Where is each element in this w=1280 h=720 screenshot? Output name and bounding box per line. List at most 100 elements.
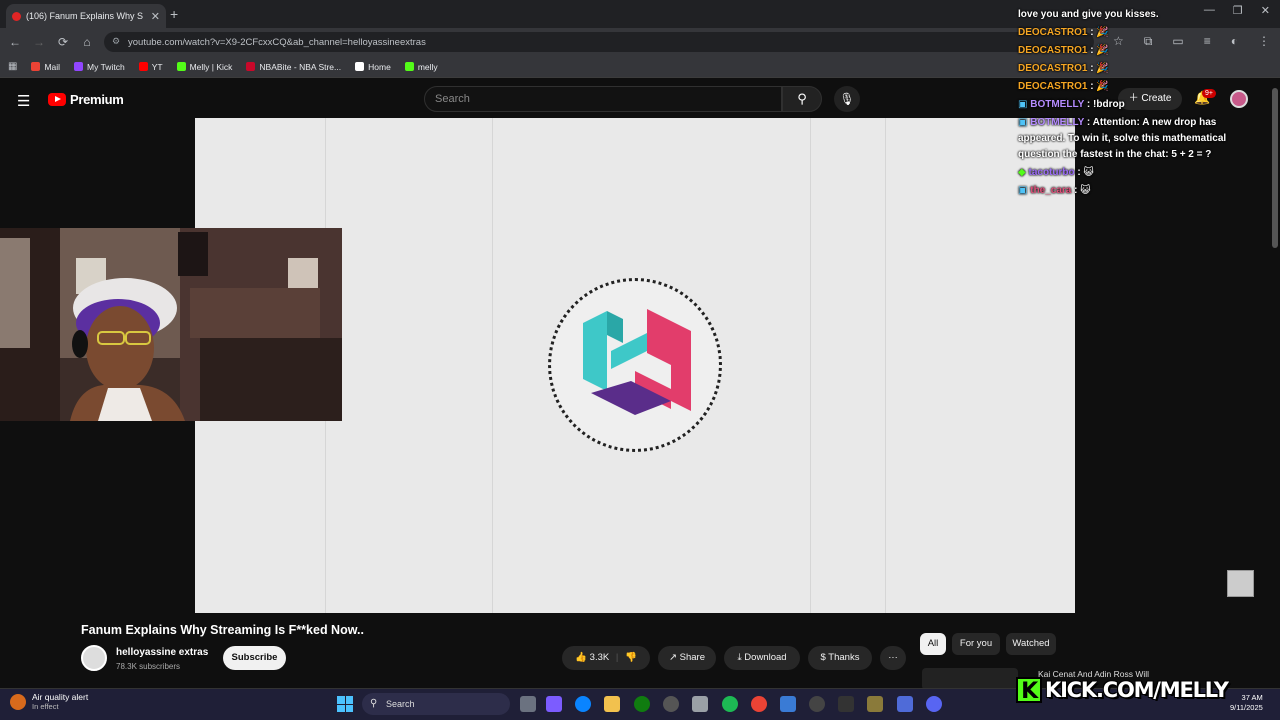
chat-line: ▣ BOTMELLY : Attention: A new drop has (1018, 117, 1217, 128)
chat-line: DEOCASTRO1 : 🎉 (1018, 81, 1109, 92)
reload-icon[interactable]: ⟳ (51, 35, 75, 49)
search-icon: ⚲ (797, 91, 807, 106)
new-tab-button[interactable]: + (170, 6, 178, 22)
chat-line: DEOCASTRO1 : 🎉 (1018, 45, 1109, 56)
chip-watched[interactable]: Watched (1006, 633, 1056, 655)
home-icon[interactable]: ⌂ (75, 35, 99, 49)
windows-start-icon[interactable] (337, 696, 353, 712)
mail-icon (31, 62, 41, 71)
kick-icon (404, 62, 414, 71)
account-avatar[interactable] (1230, 90, 1248, 108)
site-info-icon[interactable]: ⚙ (112, 36, 120, 47)
copilot-icon[interactable] (546, 696, 562, 712)
chat-line: question the fastest in the chat: 5 + 2 … (1018, 149, 1212, 160)
channel-watermark[interactable] (1227, 570, 1254, 597)
store-icon[interactable] (692, 696, 708, 712)
download-button[interactable]: ⤓ Download (724, 646, 800, 670)
discord-icon[interactable] (926, 696, 942, 712)
kick-url-text: KICK.COM/MELLY (1045, 678, 1229, 702)
air-quality-widget[interactable]: Air quality alert In effect (10, 692, 88, 711)
menu-kebab-icon[interactable]: ⋮ (1258, 34, 1270, 49)
voice-search-button[interactable]: 🎙 (834, 86, 860, 112)
address-bar[interactable]: ⚙ youtube.com/watch?v=X9-2CFcxxCQ&ab_cha… (104, 32, 1094, 52)
edge-icon[interactable] (575, 696, 591, 712)
search-button[interactable]: ⚲ (782, 86, 822, 112)
youtube-favicon-icon (12, 11, 21, 21)
chat-line: appeared. To win it, solve this mathemat… (1018, 133, 1227, 144)
browser-tab[interactable]: (106) Fanum Explains Why S ✕ (6, 4, 166, 28)
bookmark-my-twitch[interactable]: My Twitch (74, 62, 125, 72)
xbox-icon[interactable] (634, 696, 650, 712)
close-window-icon[interactable]: ✕ (1261, 4, 1270, 17)
url-text: youtube.com/watch?v=X9-2CFcxxCQ&ab_chann… (128, 36, 426, 48)
chat-line: DEOCASTRO1 : 🎉 (1018, 63, 1109, 74)
kick-logo-icon: K (1016, 677, 1042, 704)
create-button[interactable]: ＋ Create (1118, 88, 1182, 110)
spotify-icon[interactable] (722, 696, 738, 712)
apps-grid-icon[interactable]: ▦ (8, 61, 17, 72)
dislike-icon[interactable]: 👎 (625, 652, 637, 663)
video-title: Fanum Explains Why Streaming Is F**ked N… (81, 623, 364, 637)
media-player-icon[interactable] (809, 696, 825, 712)
twitch-icon (74, 62, 84, 71)
nba-icon (246, 62, 256, 71)
bookmark-melly[interactable]: melly (404, 62, 438, 72)
bookmark-yt[interactable]: YT (138, 62, 163, 72)
taskbar-search[interactable]: ⚲ Search (362, 693, 510, 715)
tab-title: (106) Fanum Explains Why S (26, 11, 144, 21)
window-controls: — ❐ ✕ (1204, 4, 1270, 17)
channel-name[interactable]: helloyassine extras (116, 647, 208, 658)
minimize-icon[interactable]: — (1204, 4, 1215, 17)
capcut-icon[interactable] (838, 696, 854, 712)
photos-icon[interactable] (780, 696, 796, 712)
restore-icon[interactable]: ❐ (1233, 4, 1243, 17)
youtube-icon (138, 62, 148, 71)
cast-icon[interactable]: ▭ (1172, 34, 1183, 49)
extensions-icon[interactable]: ⧉ (1144, 34, 1153, 49)
bookmark-nbabite[interactable]: NBABite - NBA Stre... (246, 62, 341, 72)
chat-line: love you and give you kisses. (1018, 9, 1159, 20)
share-icon: ↗ (669, 652, 677, 663)
app-icon-2[interactable] (897, 696, 913, 712)
media-icon[interactable]: ≡ (1204, 34, 1211, 49)
bookmark-melly-kick[interactable]: Melly | Kick (176, 62, 232, 72)
page-scrollbar[interactable] (1272, 88, 1278, 248)
bookmark-mail[interactable]: Mail (31, 62, 60, 72)
download-icon: ⤓ (737, 652, 742, 663)
thanks-button[interactable]: $ Thanks (808, 646, 872, 670)
profile-icon[interactable]: ◐ (1231, 34, 1238, 49)
task-view-icon[interactable] (520, 696, 536, 712)
file-explorer-icon[interactable] (604, 696, 620, 712)
x-logo-icon (355, 62, 365, 71)
chip-for-you[interactable]: For you (952, 633, 1000, 655)
like-button[interactable]: 👍 3.3K (575, 652, 609, 663)
app-icon[interactable] (867, 696, 883, 712)
obs-icon[interactable] (663, 696, 679, 712)
back-arrow-icon[interactable]: ← (3, 35, 27, 49)
share-button[interactable]: ↗ Share (658, 646, 716, 670)
subscriber-count: 78.3K subscribers (116, 662, 181, 671)
more-actions-button[interactable]: ··· (880, 646, 906, 670)
extension-icons: ☆ ⧉ ▭ ≡ ◐ ⋮ (1113, 34, 1270, 49)
bookmark-star-icon[interactable]: ☆ (1113, 34, 1124, 49)
forward-arrow-icon[interactable]: → (27, 35, 51, 49)
search-input[interactable]: Search (424, 86, 782, 112)
badge-icon: ▣ (1018, 117, 1028, 128)
notification-count-badge: 9+ (1202, 89, 1216, 98)
hy-logo-icon (583, 309, 691, 415)
hamburger-menu-icon[interactable]: ☰ (17, 92, 30, 110)
bookmark-x-home[interactable]: Home (355, 62, 391, 72)
chip-all[interactable]: All (920, 633, 946, 655)
youtube-premium-logo[interactable]: Premium (48, 92, 124, 107)
thanks-icon: $ (820, 652, 826, 663)
recommendation-thumbnail[interactable] (922, 668, 1018, 690)
webcam-feed (0, 228, 342, 421)
channel-avatar[interactable] (81, 645, 107, 671)
tab-close-icon[interactable]: ✕ (151, 10, 160, 23)
system-clock[interactable]: 37 AM 9/11/2025 (1230, 693, 1263, 713)
subscribe-button[interactable]: Subscribe (223, 646, 286, 670)
chrome-icon[interactable] (751, 696, 767, 712)
search-icon: ⚲ (370, 698, 378, 709)
weather-alert-icon (10, 693, 26, 710)
chat-line: ◆ tacoturbo : 😺 (1018, 167, 1094, 178)
